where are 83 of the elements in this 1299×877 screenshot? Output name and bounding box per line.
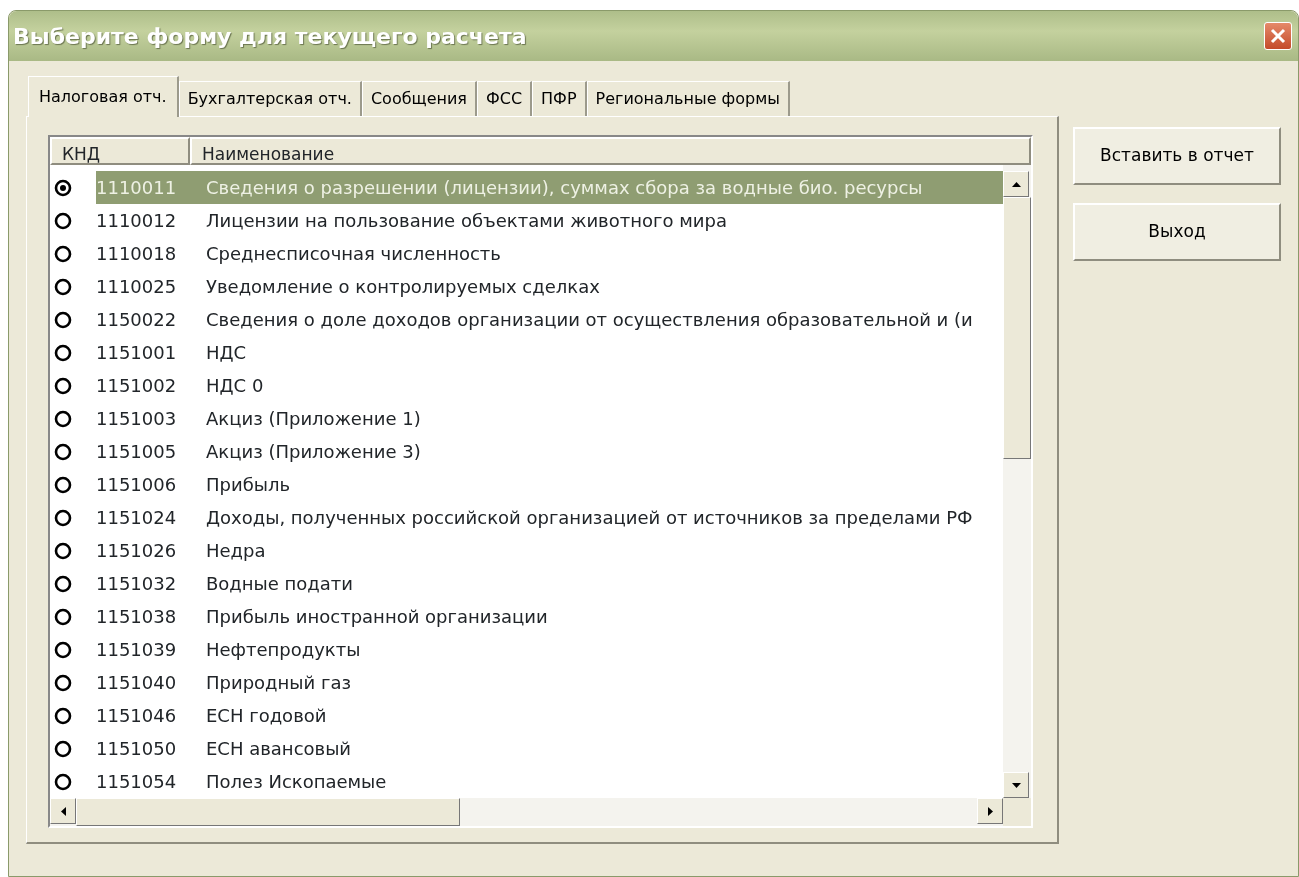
- name-cell-text: Природный газ: [205, 671, 352, 695]
- name-cell-text: НДС: [205, 341, 248, 365]
- right-arrow-icon: [987, 806, 993, 816]
- code-cell-text: 1151024: [96, 506, 178, 530]
- code-cell-text: 1110012: [96, 209, 178, 233]
- horizontal-scrollbar[interactable]: [50, 798, 1003, 826]
- code-cell-text: 1151006: [96, 473, 178, 497]
- code-cell-text: 1151039: [96, 638, 178, 662]
- name-cell-text: Сведения о доле доходов организации от осуществления образовательной и (и: [205, 308, 974, 332]
- code-cell-text: 1150022: [96, 308, 178, 332]
- scroll-right-button[interactable]: [977, 798, 1003, 824]
- code-cell-text: 1151046: [96, 704, 178, 728]
- radio-button[interactable]: [54, 409, 72, 428]
- tab[interactable]: ПФР: [532, 81, 587, 116]
- name-cell-text: ЕСН авансовый: [205, 737, 353, 761]
- scroll-down-button[interactable]: [1003, 772, 1029, 798]
- window-title: Выберите форму для текущего расчета: [13, 22, 527, 51]
- tab[interactable]: ФСС: [476, 81, 533, 116]
- code-cell-text: 1151026: [96, 539, 178, 563]
- dialog-button[interactable]: Выход: [1073, 203, 1281, 261]
- name-cell-text: Уведомление о контролируемых сделках: [205, 275, 601, 299]
- name-cell-text: Полез Ископаемые: [205, 770, 388, 794]
- code-cell-text: 1110025: [96, 275, 178, 299]
- radio-button[interactable]: [54, 640, 72, 659]
- name-cell-text: Сведения о разрешении (лицензии), суммах сбора за водные био. ресурсы: [205, 176, 924, 200]
- name-cell-text: Акциз (Приложение 1): [205, 407, 422, 431]
- scrollbar-thumb[interactable]: [76, 798, 460, 826]
- radio-button[interactable]: [54, 376, 72, 395]
- close-icon: [1269, 27, 1287, 45]
- scrollbar-thumb[interactable]: [1003, 197, 1031, 459]
- name-cell-text: Лицензии на пользование объектами животного мира: [205, 209, 728, 233]
- name-cell-text: Недра: [205, 539, 267, 563]
- radio-button[interactable]: [54, 442, 72, 461]
- radio-button[interactable]: [54, 508, 72, 527]
- radio-button[interactable]: [54, 541, 72, 560]
- radio-button[interactable]: [54, 673, 72, 692]
- left-arrow-icon: [60, 806, 66, 816]
- name-cell-text: Доходы, полученных российской организацией от источников за пределами РФ: [205, 506, 974, 530]
- radio-button[interactable]: [54, 607, 72, 626]
- vertical-scrollbar[interactable]: [1003, 165, 1031, 798]
- code-cell-text: 1110018: [96, 242, 178, 266]
- code-cell-text: 1151003: [96, 407, 178, 431]
- radio-button[interactable]: [54, 574, 72, 593]
- code-cell-text: 1151040: [96, 671, 178, 695]
- code-cell-text: 1151032: [96, 572, 178, 596]
- radio-button[interactable]: [54, 343, 72, 362]
- name-cell-text: НДС 0: [205, 374, 265, 398]
- radio-button[interactable]: [54, 739, 72, 758]
- name-cell-text: Акциз (Приложение 3): [205, 440, 422, 464]
- scroll-up-button[interactable]: [1003, 171, 1029, 197]
- code-cell-text: 1151038: [96, 605, 178, 629]
- tab[interactable]: Налоговая отч.: [28, 76, 179, 117]
- name-cell-text: Нефтепродукты: [205, 638, 362, 662]
- close-button[interactable]: [1264, 22, 1292, 50]
- radio-button[interactable]: [54, 310, 72, 329]
- code-cell-text: 1151001: [96, 341, 178, 365]
- tab[interactable]: Сообщения: [361, 81, 477, 116]
- radio-button[interactable]: [54, 244, 72, 263]
- up-arrow-icon: [1011, 181, 1021, 187]
- name-cell-text: Прибыль: [205, 473, 292, 497]
- radio-button[interactable]: [54, 706, 72, 725]
- radio-button[interactable]: [54, 475, 72, 494]
- name-cell-text: Водные подати: [205, 572, 355, 596]
- down-arrow-icon: [1011, 782, 1021, 788]
- column-header[interactable]: Наименование: [190, 137, 1031, 165]
- code-cell-text: 1151054: [96, 770, 178, 794]
- name-cell-text: Прибыль иностранной организации: [205, 605, 549, 629]
- scroll-left-button[interactable]: [50, 798, 76, 824]
- radio-button[interactable]: [54, 277, 72, 296]
- column-header[interactable]: КНД: [50, 137, 190, 165]
- code-cell-text: 1151005: [96, 440, 178, 464]
- code-cell-text: 1151002: [96, 374, 178, 398]
- scrollbar-corner: [1003, 798, 1031, 826]
- code-cell-text: 1110011: [96, 176, 178, 200]
- radio-button[interactable]: [54, 211, 72, 230]
- name-cell-text: Среднесписочная численность: [205, 242, 502, 266]
- dialog-button[interactable]: Вставить в отчет: [1073, 127, 1281, 185]
- radio-button[interactable]: [54, 772, 72, 791]
- radio-button[interactable]: [54, 178, 72, 197]
- tab[interactable]: Региональные формы: [586, 81, 790, 116]
- name-cell-text: ЕСН годовой: [205, 704, 328, 728]
- code-cell-text: 1151050: [96, 737, 178, 761]
- tab[interactable]: Бухгалтерская отч.: [178, 81, 362, 116]
